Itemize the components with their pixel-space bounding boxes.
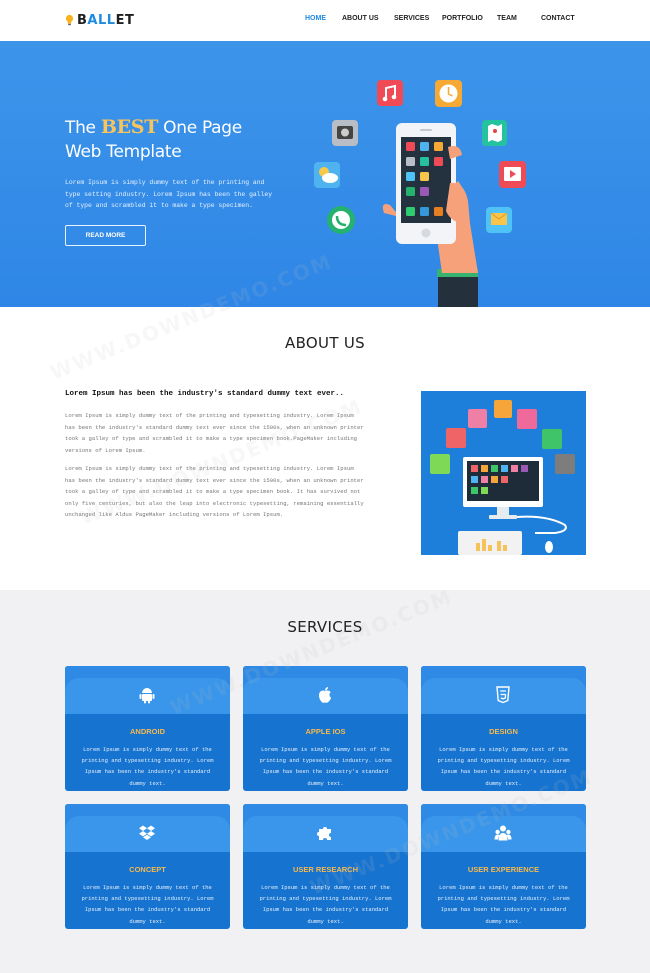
mail-icon — [486, 207, 512, 233]
nav-team[interactable]: TEAM — [497, 15, 517, 22]
service-card-text: Lorem Ipsum is simply dummy text of the … — [437, 746, 570, 787]
service-card-user-research[interactable]: USER RESEARCH Lorem Ipsum is simply dumm… — [243, 804, 408, 929]
clock-icon — [435, 80, 462, 107]
service-card-title: CONCEPT — [129, 865, 166, 874]
service-card-text: Lorem Ipsum is simply dummy text of the … — [81, 746, 214, 787]
android-icon — [139, 688, 155, 704]
nav-portfolio[interactable]: PORTFOLIO — [442, 15, 483, 22]
main-nav: HOME ABOUT US SERVICES PORTFOLIO TEAM CO… — [0, 15, 650, 27]
hero-title: The BEST One Page Web Template — [65, 116, 242, 162]
about-subtitle: Lorem Ipsum has been the industry's stan… — [65, 390, 345, 398]
service-card-apple-ios[interactable]: APPLE IOS Lorem Ipsum is simply dummy te… — [243, 666, 408, 791]
about-paragraph-1: Lorem Ipsum is simply dummy text of the … — [65, 412, 364, 454]
nav-contact[interactable]: CONTACT — [541, 15, 575, 22]
service-card-title: DESIGN — [489, 727, 518, 736]
read-more-button[interactable]: READ MORE — [65, 225, 146, 246]
hero-description: Lorem Ipsum is simply dummy text of the … — [65, 179, 273, 209]
service-card-design[interactable]: DESIGN Lorem Ipsum is simply dummy text … — [421, 666, 586, 791]
service-card-user-experience[interactable]: USER EXPERIENCE Lorem Ipsum is simply du… — [421, 804, 586, 929]
about-illustration — [421, 391, 586, 555]
service-card-text: Lorem Ipsum is simply dummy text of the … — [81, 884, 214, 925]
service-card-android[interactable]: ANDROID Lorem Ipsum is simply dummy text… — [65, 666, 230, 791]
nav-services[interactable]: SERVICES — [394, 15, 429, 22]
hero-banner: The BEST One Page Web Template Lorem Ips… — [0, 41, 650, 307]
about-paragraph-2: Lorem Ipsum is simply dummy text of the … — [65, 465, 364, 518]
service-card-title: USER RESEARCH — [292, 865, 358, 874]
nav-home[interactable]: HOME — [305, 15, 326, 22]
html5-icon — [496, 686, 510, 704]
desktop-apps-illustration — [430, 400, 575, 555]
nav-about-us[interactable]: ABOUT US — [342, 15, 379, 22]
camera-icon — [332, 120, 358, 146]
service-card-concept[interactable]: CONCEPT Lorem Ipsum is simply dummy text… — [65, 804, 230, 929]
service-card-title: USER EXPERIENCE — [467, 865, 540, 874]
service-card-text: Lorem Ipsum is simply dummy text of the … — [259, 884, 392, 925]
top-navbar: BALLET HOME ABOUT US SERVICES PORTFOLIO … — [0, 0, 650, 41]
apple-icon — [319, 687, 331, 703]
map-icon — [482, 120, 507, 146]
video-icon — [499, 161, 526, 188]
music-icon — [377, 80, 403, 106]
service-card-title: ANDROID — [130, 727, 165, 736]
users-icon — [494, 825, 512, 841]
phone-call-icon — [327, 206, 355, 234]
services-section-title: SERVICES — [287, 618, 363, 636]
service-card-text: Lorem Ipsum is simply dummy text of the … — [259, 746, 392, 787]
about-section-title: ABOUT US — [285, 334, 365, 352]
weather-icon — [314, 162, 340, 188]
puzzle-icon — [317, 827, 331, 840]
dropbox-icon — [139, 825, 155, 840]
service-card-title: APPLE IOS — [305, 727, 346, 736]
hero-phone-illustration — [314, 80, 526, 307]
service-card-text: Lorem Ipsum is simply dummy text of the … — [437, 884, 570, 925]
